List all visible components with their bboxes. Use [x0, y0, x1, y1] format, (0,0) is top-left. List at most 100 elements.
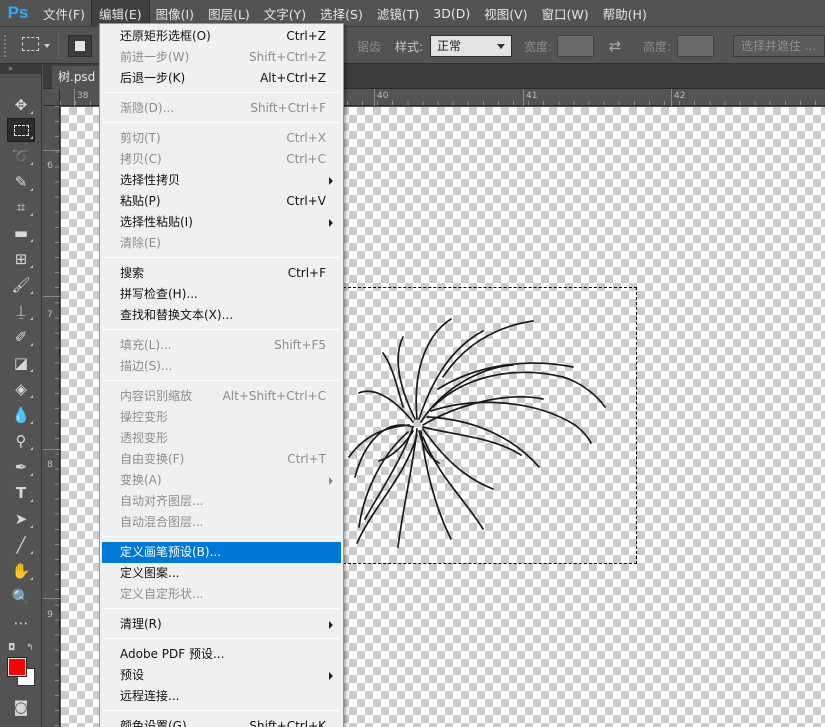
eyedropper-tool-icon[interactable]: ▬ — [8, 222, 34, 244]
menu-item-shortcut: Shift+Ctrl+Z — [249, 50, 326, 64]
menu-item-step-backward[interactable]: 后退一步(K) Alt+Ctrl+Z — [102, 68, 341, 89]
menu-item-fill[interactable]: 填充(L)... Shift+F5 — [102, 335, 341, 356]
menu-item-spell-check[interactable]: 拼写检查(H)... — [102, 284, 341, 305]
move-tool-icon[interactable]: ✥ — [8, 94, 34, 116]
menu-file[interactable]: 文件(F) — [36, 0, 92, 26]
menu-item-copy-special[interactable]: 选择性拷贝 — [102, 170, 341, 191]
menu-item-label: 描边(S)... — [120, 359, 173, 373]
menu-separator — [103, 92, 340, 93]
menu-item-free-transform[interactable]: 自由变换(F) Ctrl+T — [102, 449, 341, 470]
menu-item-label: 前进一步(W) — [120, 50, 190, 64]
menu-item-purge[interactable]: 清理(R) — [102, 614, 341, 635]
menu-item-color-settings[interactable]: 颜色设置(G)... Shift+Ctrl+K — [102, 716, 341, 727]
menu-item-label: Adobe PDF 预设... — [120, 647, 225, 661]
clone-stamp-tool-icon[interactable]: ⍊ — [8, 300, 34, 322]
menu-item-label: 选择性粘贴(I) — [120, 215, 193, 229]
menu-item-pdf-presets[interactable]: Adobe PDF 预设... — [102, 644, 341, 665]
crop-tool-icon[interactable]: ⌗ — [8, 196, 34, 218]
menu-item-shortcut: Ctrl+T — [287, 452, 326, 466]
options-grip[interactable] — [4, 35, 10, 57]
menu-item-auto-align-layers[interactable]: 自动对齐图层... — [102, 491, 341, 512]
rect-marquee-preset-icon[interactable] — [22, 37, 39, 51]
menu-window[interactable]: 窗口(W) — [535, 0, 596, 26]
menu-item-paste[interactable]: 粘贴(P) Ctrl+V — [102, 191, 341, 212]
ruler-label: 9 — [47, 610, 53, 620]
quick-select-tool-icon[interactable]: ✎ — [8, 171, 34, 193]
lasso-tool-icon[interactable]: ➰ — [8, 145, 34, 167]
menu-item-fade[interactable]: 渐隐(D)... Shift+Ctrl+F — [102, 98, 341, 119]
ruler-label: 41 — [526, 91, 538, 101]
menu-item-label: 查找和替换文本(X)... — [120, 308, 234, 322]
menu-item-label: 渐隐(D)... — [120, 101, 175, 115]
divider — [58, 34, 59, 58]
select-and-mask-button[interactable]: 选择并遮住 ... — [733, 35, 825, 57]
line-tool-icon[interactable]: ╱ — [8, 534, 34, 556]
menu-filter[interactable]: 滤镜(T) — [370, 0, 426, 26]
menu-item-paste-special[interactable]: 选择性粘贴(I) — [102, 212, 341, 233]
menu-item-content-aware-scale[interactable]: 内容识别缩放 Alt+Shift+Ctrl+C — [102, 386, 341, 407]
quick-mask-icon[interactable]: ◙ — [8, 696, 34, 718]
menu-help[interactable]: 帮助(H) — [596, 0, 654, 26]
ruler-label: 40 — [377, 91, 389, 101]
menu-separator — [103, 257, 340, 258]
menu-item-puppet-warp[interactable]: 操控变形 — [102, 407, 341, 428]
new-selection-icon[interactable] — [68, 35, 92, 57]
menu-item-stroke[interactable]: 描边(S)... — [102, 356, 341, 377]
menu-item-presets[interactable]: 预设 — [102, 665, 341, 686]
menu-item-auto-blend-layers[interactable]: 自动混合图层... — [102, 512, 341, 533]
foreground-color-swatch[interactable] — [7, 657, 27, 677]
menu-item-label: 颜色设置(G)... — [120, 719, 199, 727]
menu-item-find-replace[interactable]: 查找和替换文本(X)... — [102, 305, 341, 326]
menu-item-perspective-warp[interactable]: 透视变形 — [102, 428, 341, 449]
ruler-label: 7 — [47, 310, 53, 320]
chevron-down-icon[interactable] — [44, 44, 50, 48]
menu-item-copy[interactable]: 拷贝(C) Ctrl+C — [102, 149, 341, 170]
eraser-tool-icon[interactable]: ◪ — [8, 352, 34, 374]
swap-colors-icon[interactable]: ↰ — [26, 644, 34, 653]
menu-item-label: 拷贝(C) — [120, 152, 162, 166]
menu-item-define-custom-shape[interactable]: 定义自定形状... — [102, 584, 341, 605]
blur-tool-icon[interactable]: 💧 — [8, 404, 34, 426]
zoom-tool-icon[interactable]: 🔍 — [8, 586, 34, 608]
default-colors-icon[interactable]: ◘ — [8, 644, 15, 653]
brush-tool-icon[interactable]: 🖌 — [8, 274, 34, 296]
menu-item-label: 自由变换(F) — [120, 452, 185, 466]
width-label: 宽度: — [524, 40, 553, 54]
path-select-tool-icon[interactable]: ➤ — [8, 508, 34, 530]
more-tools-icon[interactable]: ⋯ — [8, 612, 34, 634]
style-select[interactable]: 正常 — [430, 35, 512, 57]
menu-item-define-pattern[interactable]: 定义图案... — [102, 563, 341, 584]
menu-item-label: 剪切(T) — [120, 131, 161, 145]
menu-item-label: 定义图案... — [120, 566, 180, 580]
height-input[interactable] — [677, 35, 714, 57]
height-label: 高度: — [643, 40, 672, 54]
style-value: 正常 — [437, 39, 462, 53]
rect-marquee-tool-icon[interactable] — [7, 118, 35, 142]
toolbox-collapse-icon[interactable]: » — [0, 64, 41, 74]
menu-item-search[interactable]: 搜索 Ctrl+F — [102, 263, 341, 284]
menu-item-cut[interactable]: 剪切(T) Ctrl+X — [102, 128, 341, 149]
width-input[interactable] — [557, 35, 594, 57]
menu-item-label: 内容识别缩放 — [120, 389, 193, 403]
dodge-tool-icon[interactable]: ⚲ — [8, 430, 34, 452]
hand-tool-icon[interactable]: ✋ — [8, 560, 34, 582]
vertical-ruler[interactable]: 6 7 8 9 — [43, 106, 60, 727]
menu-separator — [103, 710, 340, 711]
menu-separator — [103, 329, 340, 330]
menu-item-label: 定义画笔预设(B)... — [120, 545, 222, 559]
menu-item-clear[interactable]: 清除(E) — [102, 233, 341, 254]
menu-3d[interactable]: 3D(D) — [426, 0, 477, 26]
menu-item-undo-rect-marquee[interactable]: 还原矩形选框(O) Ctrl+Z — [102, 26, 341, 47]
type-tool-icon[interactable]: T — [8, 482, 34, 504]
menu-item-transform[interactable]: 变换(A) — [102, 470, 341, 491]
ruler-origin[interactable] — [43, 89, 60, 106]
healing-brush-tool-icon[interactable]: ⊞ — [8, 248, 34, 270]
menu-item-step-forward[interactable]: 前进一步(W) Shift+Ctrl+Z — [102, 47, 341, 68]
paint-bucket-tool-icon[interactable]: ◈ — [8, 378, 34, 400]
menu-item-define-brush-preset[interactable]: 定义画笔预设(B)... — [102, 542, 341, 563]
pen-tool-icon[interactable]: ✒ — [8, 456, 34, 478]
history-brush-tool-icon[interactable]: ✐ — [8, 326, 34, 348]
menu-item-remote-connections[interactable]: 远程连接... — [102, 686, 341, 707]
swap-icon[interactable]: ⇄ — [606, 37, 624, 55]
menu-view[interactable]: 视图(V) — [477, 0, 534, 26]
